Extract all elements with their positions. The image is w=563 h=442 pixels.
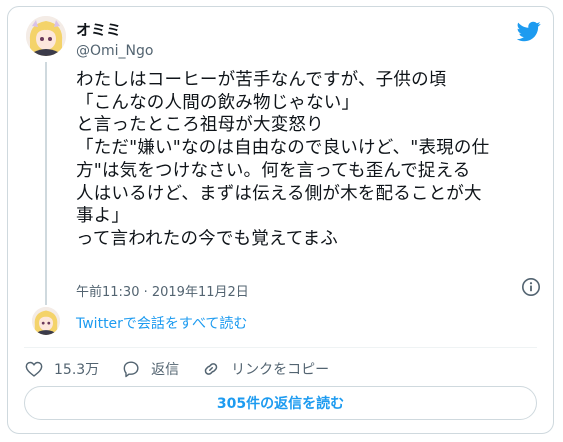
reply-label: 返信: [151, 362, 180, 378]
author-name[interactable]: オミミ: [76, 19, 121, 40]
copy-link-label: リンクをコピー: [231, 362, 330, 378]
twitter-bird-icon[interactable]: [516, 19, 541, 43]
read-replies-button[interactable]: 305件の返信を読む: [24, 386, 537, 420]
tweet-timestamp[interactable]: 午前11:30 · 2019年11月2日: [76, 281, 249, 300]
author-handle[interactable]: @Omi_Ngo: [76, 43, 153, 59]
action-bar: 15.3万 返信 リンクをコピー: [24, 357, 351, 381]
like-count: 15.3万: [54, 362, 100, 378]
info-icon[interactable]: [521, 277, 541, 297]
author-avatar[interactable]: [26, 16, 66, 56]
divider: [24, 347, 537, 348]
reply-button[interactable]: 返信: [121, 359, 179, 379]
read-conversation-link[interactable]: Twitterで会話をすべて読む: [76, 313, 247, 333]
copy-link-button[interactable]: リンクをコピー: [201, 359, 329, 379]
like-button[interactable]: 15.3万: [24, 359, 99, 379]
conversation-avatar: [32, 307, 60, 335]
link-icon: [204, 363, 218, 375]
tweet-text: わたしはコーヒーが苦手なんですが、子供の頃 「こんなの人間の飲み物じゃない」 と…: [76, 70, 490, 249]
reply-icon: [123, 361, 139, 378]
thread-line: [45, 62, 47, 305]
tweet-card: オミミ @Omi_Ngo わたしはコーヒーが苦手なんですが、子供の頃 「こんなの…: [7, 6, 554, 434]
heart-icon: [25, 361, 43, 377]
